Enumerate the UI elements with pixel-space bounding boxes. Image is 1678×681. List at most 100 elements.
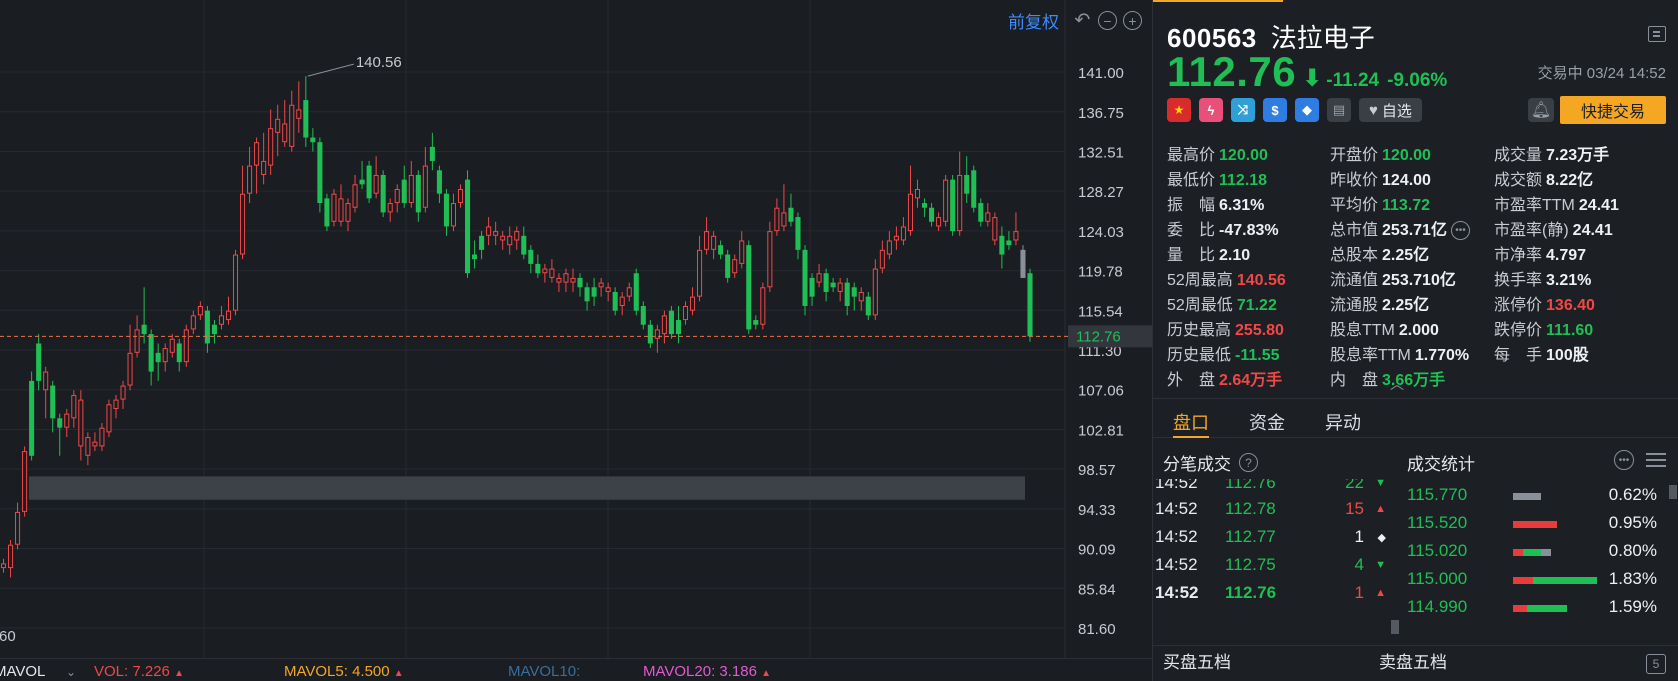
candle: [760, 282, 766, 330]
stat-value: -11.55: [1235, 347, 1280, 364]
candle: [746, 240, 752, 335]
add-favorite-button[interactable]: ♥ 自选: [1359, 98, 1422, 122]
connect-icon[interactable]: ⤨: [1231, 98, 1255, 122]
stat-label: 最低价: [1167, 172, 1216, 189]
candle: [633, 268, 639, 316]
candle-body: [985, 212, 991, 222]
tab-2[interactable]: 异动: [1305, 399, 1381, 437]
chevron-up-icon[interactable]: ︿: [1390, 374, 1404, 394]
quick-trade-button[interactable]: 快捷交易: [1560, 96, 1666, 124]
tick-price: 112.76: [1225, 479, 1276, 492]
candle-body: [879, 249, 885, 269]
stat-label: 股息TTM: [1330, 322, 1395, 339]
candle-body: [922, 203, 928, 208]
candle: [563, 268, 569, 292]
layout-icon[interactable]: [1648, 26, 1666, 42]
stat-cell: 总市值 253.71亿 •••: [1330, 216, 1470, 241]
margin-trading-icon[interactable]: ϟ: [1199, 98, 1223, 122]
tick-list[interactable]: 14:52 112.76 22 ▼ 14:52 112.78 15 ▲ 14:52 112.77 1…: [1153, 479, 1398, 646]
candle-body: [521, 235, 527, 255]
help-icon[interactable]: ?: [1239, 453, 1258, 472]
candle-body: [697, 249, 703, 297]
high-pointer: [307, 63, 354, 77]
candle: [43, 366, 49, 419]
stat-cell: 平均价 113.72: [1330, 191, 1430, 215]
tag-icon[interactable]: ◆: [1295, 98, 1319, 122]
candle-body: [197, 306, 203, 316]
triangle-up-icon: ▲: [1375, 587, 1386, 599]
candle-body: [999, 235, 1005, 255]
stat-value: 111.60: [1546, 322, 1594, 339]
dollar-icon[interactable]: $: [1263, 98, 1287, 122]
candle-body: [528, 249, 534, 264]
tick-scrollbar[interactable]: [1391, 620, 1399, 634]
candle: [535, 254, 541, 278]
dist-bar-green: [1527, 605, 1567, 612]
candle-body: [907, 193, 914, 232]
candle: [387, 198, 393, 222]
stat-value: 120.00: [1219, 147, 1268, 164]
candle: [823, 268, 829, 302]
stat-value: 124.00: [1382, 172, 1431, 189]
zoom-in-icon[interactable]: +: [1123, 11, 1142, 30]
bell-icon[interactable]: 🔔︎: [1528, 98, 1554, 122]
kline-chart[interactable]: 141.00 136.75 132.51 128.27 124.03 119.78 115.…: [0, 0, 1152, 658]
stat-value: 7.23万手: [1546, 147, 1610, 164]
candle: [7, 540, 14, 578]
chevron-down-icon[interactable]: ⌄: [66, 665, 76, 679]
candle: [422, 146, 428, 213]
stat-label: 流通股: [1330, 297, 1379, 314]
stat-value: 24.41: [1572, 222, 1613, 239]
more-icon[interactable]: •••: [1614, 450, 1634, 470]
stat-label: 52周最高: [1167, 272, 1233, 289]
china-flag-icon[interactable]: ★: [1167, 98, 1191, 122]
notes-icon[interactable]: ▤: [1327, 98, 1351, 122]
candle-body: [465, 179, 471, 274]
stat-label: 历史最高: [1167, 322, 1232, 339]
stat-cell: 每 手 100股: [1494, 341, 1589, 365]
candle-body: [113, 399, 119, 409]
candle-body: [443, 193, 449, 227]
volume-indicator-name[interactable]: MAVOL: [0, 663, 45, 680]
stat-value: -47.83%: [1219, 222, 1279, 239]
candle-body: [352, 184, 358, 208]
adjust-mode-button[interactable]: 前复权: [1008, 8, 1059, 33]
tab-0[interactable]: 盘口: [1153, 399, 1229, 438]
candle-body: [626, 287, 632, 297]
tab-1[interactable]: 资金: [1229, 399, 1305, 437]
zoom-out-icon[interactable]: −: [1098, 11, 1117, 30]
tick-row: 14:52 112.76 1 ▲: [1153, 579, 1398, 607]
more-icon[interactable]: •••: [1450, 221, 1470, 241]
candle-body: [415, 174, 421, 213]
undo-icon[interactable]: ↶: [1073, 11, 1092, 30]
list-icon[interactable]: [1646, 450, 1666, 470]
stat-cell: 流通值 253.710亿: [1330, 266, 1456, 290]
candle-body: [809, 277, 815, 297]
volume-distribution-list[interactable]: 115.770 0.62% 115.520 0.95% 115.020 0.80% 115.…: [1403, 479, 1678, 646]
kline-chart-pane[interactable]: 141.00 136.75 132.51 128.27 124.03 119.78 115.…: [0, 0, 1152, 681]
candle: [767, 221, 773, 292]
candle-body: [331, 193, 337, 222]
candle-body: [120, 385, 126, 400]
price-change: -11.24: [1326, 70, 1380, 91]
stat-value: 112.18: [1219, 172, 1268, 189]
arrow-down-icon: ⬇: [1302, 65, 1323, 92]
level5-icon[interactable]: 5: [1646, 654, 1666, 674]
candle: [626, 282, 632, 302]
active-strip: [1153, 0, 1283, 2]
stat-row: 委 比 -47.83% 总市值 253.71亿 ••• 市盈率(静) 24.41: [1167, 216, 1667, 241]
candle: [268, 109, 274, 175]
stat-value: 2.25亿: [1382, 297, 1430, 314]
candle-body: [605, 287, 611, 292]
stat-cell: 市盈率TTM 24.41: [1494, 191, 1619, 215]
y-tick-label: 60: [0, 628, 16, 645]
vol-value: VOL: 7.226 ▲: [94, 663, 184, 680]
candle: [331, 189, 337, 227]
dist-scrollbar[interactable]: [1669, 485, 1677, 499]
tick-volume: 15: [1345, 499, 1364, 518]
candle-body: [78, 399, 84, 447]
candle-body: [169, 338, 175, 353]
stat-value: 2.000: [1398, 322, 1439, 339]
candle-body: [971, 170, 977, 208]
candle: [570, 268, 576, 292]
